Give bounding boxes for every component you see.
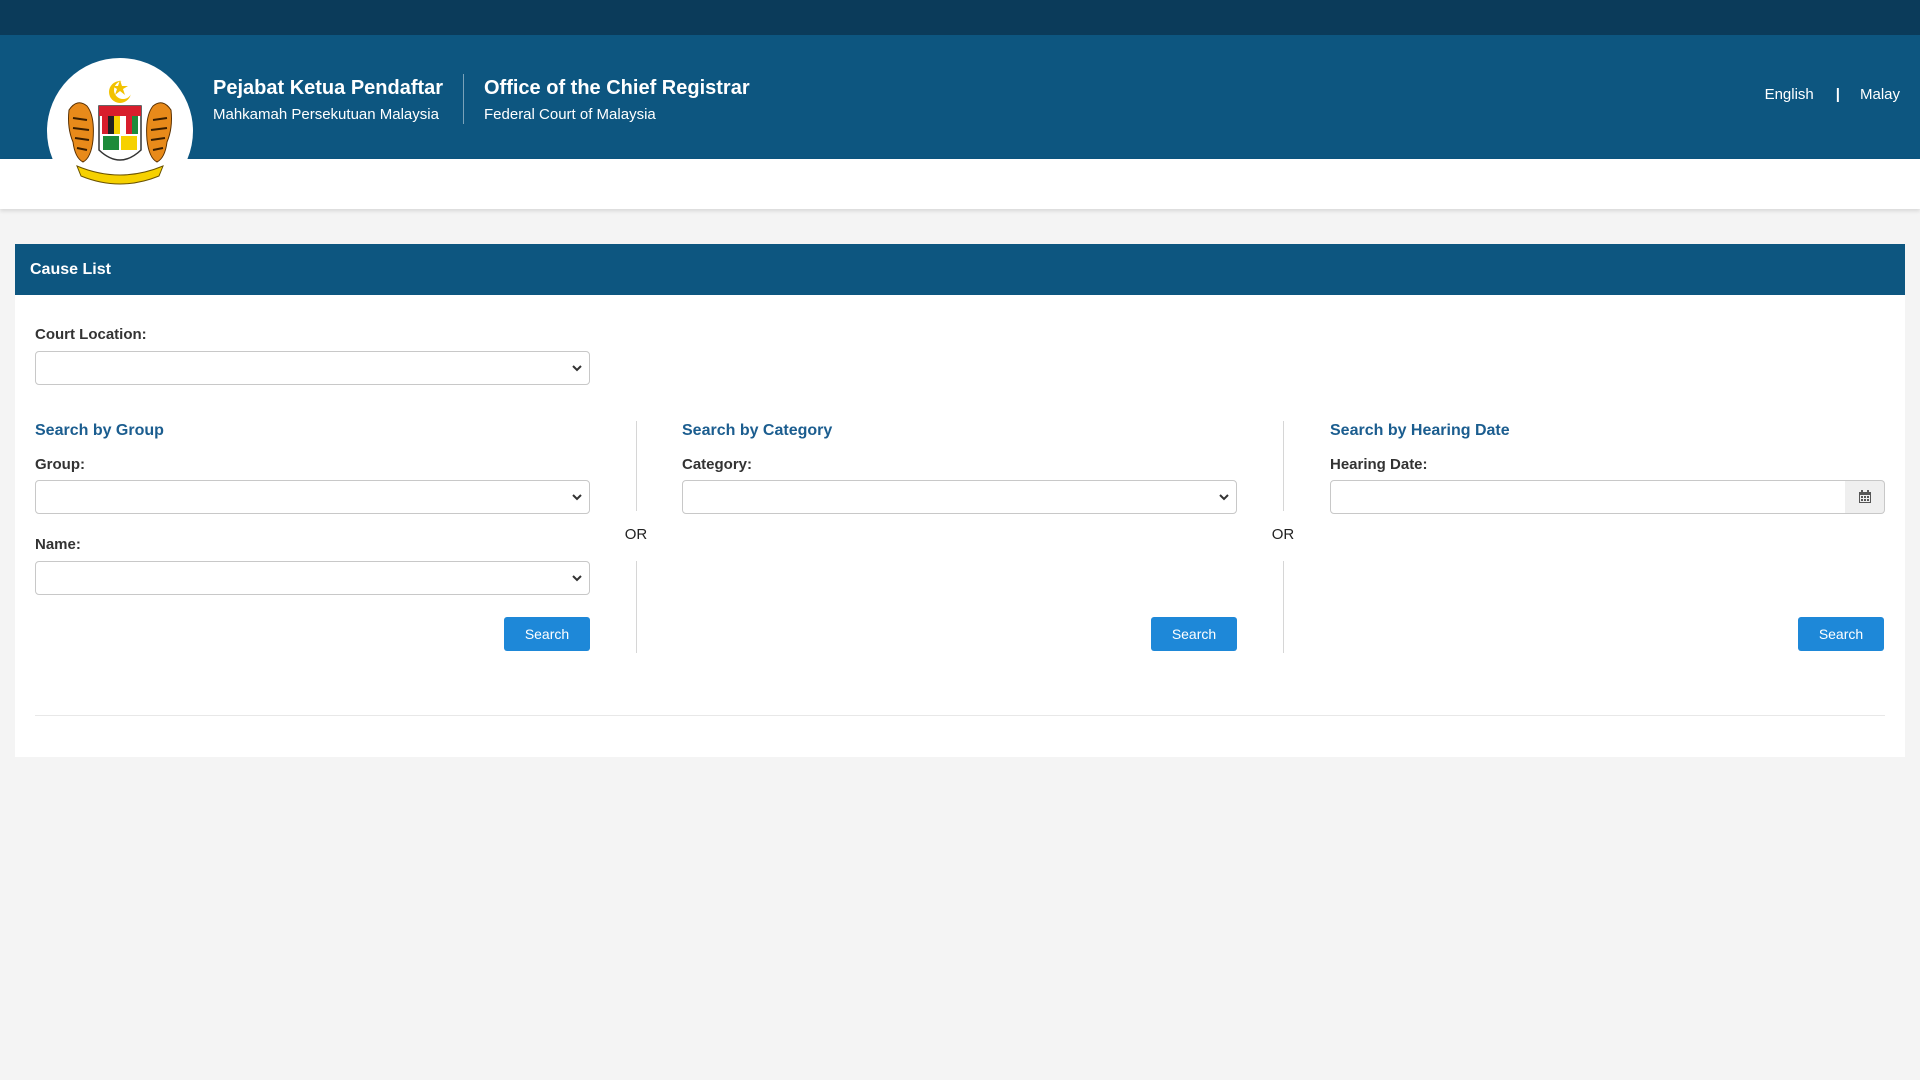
category-select[interactable] — [682, 480, 1237, 514]
court-location-label: Court Location: — [35, 326, 147, 343]
group-select[interactable] — [35, 480, 590, 514]
malaysia-coat-of-arms-icon — [68, 80, 172, 185]
section-divider — [636, 421, 637, 511]
coat-of-arms-logo[interactable] — [47, 58, 193, 204]
lang-malay-link[interactable]: Malay — [1860, 86, 1900, 103]
search-by-hearing-date-title: Search by Hearing Date — [1330, 422, 1510, 439]
brand-english: Office of the Chief Registrar Federal Co… — [484, 74, 750, 127]
section-divider — [636, 561, 637, 653]
lang-english-link[interactable]: English — [1765, 86, 1814, 103]
search-by-group-button[interactable]: Search — [504, 617, 590, 651]
court-location-select[interactable] — [35, 351, 590, 385]
chevron-down-icon — [572, 575, 582, 582]
search-by-category-title: Search by Category — [682, 422, 833, 439]
group-label: Group: — [35, 456, 85, 473]
search-by-category-button[interactable]: Search — [1151, 617, 1237, 651]
brand-subtitle-malay: Mahkamah Persekutuan Malaysia — [213, 106, 439, 123]
category-label: Category: — [682, 456, 753, 473]
calendar-button[interactable] — [1845, 480, 1885, 514]
section-divider — [1283, 561, 1284, 653]
brand-divider — [463, 74, 464, 124]
search-by-hearing-date-button[interactable]: Search — [1798, 617, 1884, 651]
panel-heading: Cause List — [15, 244, 1905, 295]
hearing-date-label: Hearing Date: — [1330, 456, 1428, 473]
calendar-icon — [1858, 490, 1871, 503]
chevron-down-icon — [572, 494, 582, 501]
brand-malay: Pejabat Ketua Pendaftar Mahkamah Perseku… — [213, 74, 443, 127]
brand-subtitle-english: Federal Court of Malaysia — [484, 106, 656, 123]
panel-divider — [35, 715, 1885, 716]
brand-title-english: Office of the Chief Registrar — [484, 77, 750, 99]
search-by-group-title: Search by Group — [35, 422, 164, 439]
lang-separator: | — [1835, 86, 1840, 103]
or-separator: OR — [624, 526, 648, 543]
top-bar — [0, 0, 1920, 35]
language-switcher: English | Malay — [1765, 86, 1900, 103]
chevron-down-icon — [572, 365, 582, 372]
cause-list-panel: Cause List Court Location: Search by Gro… — [15, 244, 1905, 757]
brand-title-malay: Pejabat Ketua Pendaftar — [213, 77, 444, 99]
section-divider — [1283, 421, 1284, 511]
nav-bar — [0, 159, 1920, 209]
hearing-date-input[interactable] — [1330, 480, 1846, 514]
name-select[interactable] — [35, 561, 590, 595]
name-label: Name: — [35, 536, 81, 553]
chevron-down-icon — [1219, 494, 1229, 501]
or-separator: OR — [1271, 526, 1295, 543]
